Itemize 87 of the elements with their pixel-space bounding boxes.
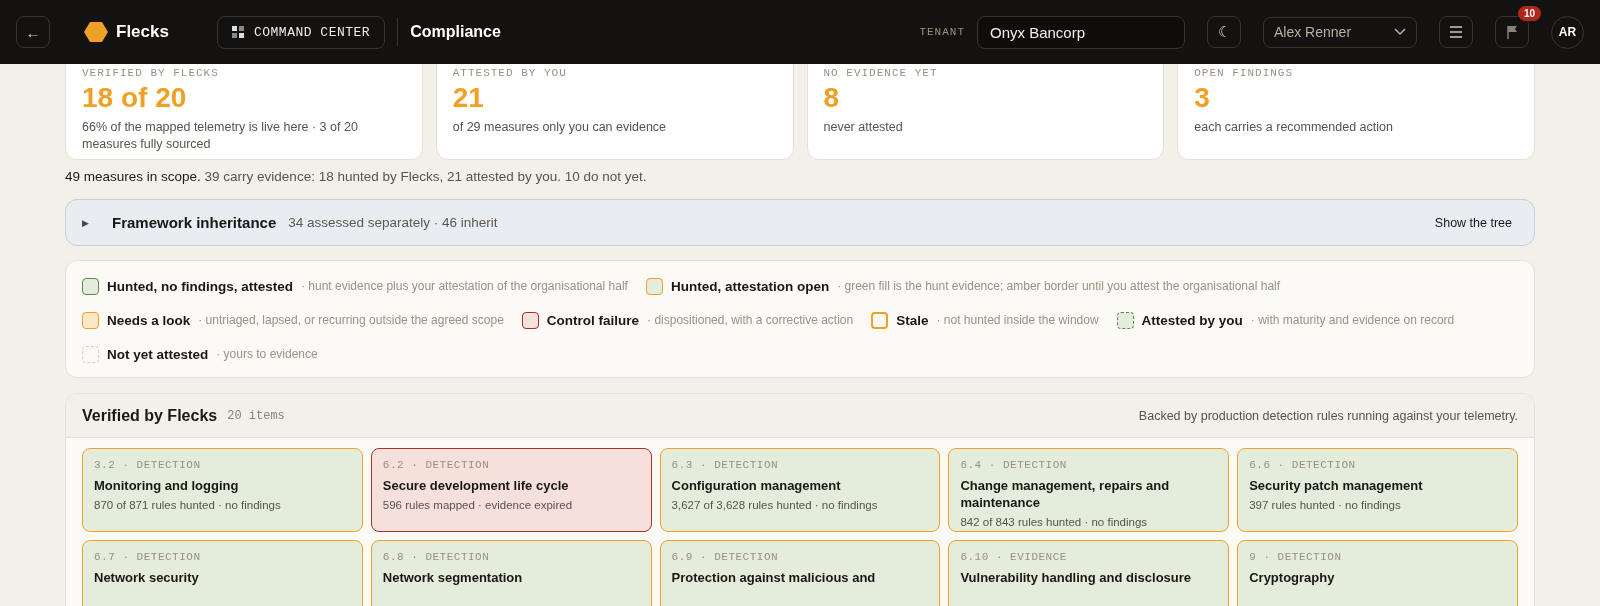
chevron-down-icon xyxy=(1394,28,1406,36)
user-select[interactable]: Alex Renner xyxy=(1263,16,1417,48)
flag-icon xyxy=(1506,25,1518,39)
brand-logo[interactable]: Flecks xyxy=(84,21,169,43)
back-button[interactable]: ← xyxy=(16,16,50,48)
menu-icon xyxy=(1449,26,1463,38)
control-ref: 6.9 · DETECTION xyxy=(671,551,780,563)
grid-icon xyxy=(231,26,244,38)
show-tree-button[interactable]: Show the tree xyxy=(1428,214,1518,231)
stat-value: 21 xyxy=(452,82,485,114)
stat-note: each carries a recommended action xyxy=(1194,119,1394,136)
control-ref: 6.8 · DETECTION xyxy=(382,551,491,563)
inheritance-bar[interactable]: ▶ Framework inheritance 34 assessed separately · 46 inherit Show the tree xyxy=(65,199,1535,246)
stat-note: never attested xyxy=(823,119,904,136)
control-ref: 6.7 · DETECTION xyxy=(94,551,202,563)
control-title: Network segmentation xyxy=(382,569,524,586)
control-ref: 6.3 · DETECTION xyxy=(671,459,780,471)
stat-note: of 29 measures only you can evidence xyxy=(452,119,668,136)
stat-label: NO EVIDENCE YET xyxy=(823,67,939,79)
control-ref: 6.10 · EVIDENCE xyxy=(960,551,1068,563)
scope-summary: 49 measures in scope. 39 carry evidence: 18 hunted by Flecks, 21 attested by you. 10 do not yet. xyxy=(65,169,648,184)
legend-note: · untriaged, lapsed, or recurring outside the agreed scope xyxy=(198,313,504,327)
control-title: Network security xyxy=(94,569,200,586)
control-card[interactable]: 6.6 · DETECTION Security patch management 397 rules hunted · no findings xyxy=(1237,448,1518,532)
control-card[interactable]: 6.10 · EVIDENCE Vulnerability handling and disclosure xyxy=(948,540,1230,606)
tenant-field[interactable]: Onyx Bancorp xyxy=(977,15,1185,49)
page-title: Compliance xyxy=(410,23,501,41)
control-title: Secure development life cycle xyxy=(382,477,570,494)
item-count: 20 items xyxy=(227,408,285,423)
notification-count: 10 xyxy=(1517,6,1541,21)
hexagon-logo-icon xyxy=(84,21,108,43)
control-detail: 397 rules hunted · no findings xyxy=(1249,499,1402,511)
panel-note: Backed by production detection rules running against your telemetry. xyxy=(1138,408,1518,423)
legend-note: · with maturity and evidence on record xyxy=(1250,313,1455,327)
control-detail: 870 of 871 rules hunted · no findings xyxy=(94,499,282,511)
control-title: Change management, repairs and maintenance xyxy=(960,477,1171,511)
legend-label: Not yet attested xyxy=(107,346,209,362)
legend-label: Hunted, no findings, attested xyxy=(107,278,293,294)
control-ref: 3.2 · DETECTION xyxy=(94,459,202,471)
legend-note: · hunt evidence plus your attestation of the organisational half xyxy=(301,279,628,293)
stat-value: 18 of 20 xyxy=(82,82,188,114)
control-detail: 596 rules mapped · evidence expired xyxy=(382,499,574,511)
legend-label: Needs a look xyxy=(107,312,191,328)
control-card[interactable]: 6.3 · DETECTION Configuration management 3,627 of 3,628 rules hunted · no findings xyxy=(659,448,941,532)
control-title: Monitoring and logging xyxy=(94,477,240,494)
legend-note: · green fill is the hunt evidence; amber border until you attest the organisational half xyxy=(837,279,1281,293)
legend-label: Attested by you xyxy=(1141,312,1243,328)
control-title: Configuration management xyxy=(671,477,842,494)
brand-name: Flecks xyxy=(116,22,169,42)
control-detail: 3,627 of 3,628 rules hunted · no findings xyxy=(671,499,879,511)
control-ref: 9 · DETECTION xyxy=(1249,551,1343,563)
control-ref: 6.2 · DETECTION xyxy=(382,459,491,471)
legend-note: · yours to evidence xyxy=(216,347,318,361)
control-ref: 6.6 · DETECTION xyxy=(1249,459,1357,471)
stat-label: ATTESTED BY YOU xyxy=(452,67,568,79)
panel-title: Verified by Flecks xyxy=(82,406,218,425)
control-card[interactable]: 9 · DETECTION Cryptography xyxy=(1237,540,1518,606)
control-card[interactable]: 6.4 · DETECTION Change management, repairs and maintenance 842 of 843 rules hunted · no findings xyxy=(948,448,1230,532)
stat-label: VERIFIED BY FLECKS xyxy=(82,67,220,79)
control-card[interactable]: 3.2 · DETECTION Monitoring and logging 870 of 871 rules hunted · no findings xyxy=(82,448,363,532)
menu-button[interactable] xyxy=(1439,16,1473,48)
command-center-button[interactable]: COMMAND CENTER xyxy=(216,15,386,49)
control-title: Protection against malicious and xyxy=(671,569,877,586)
control-title: Security patch management xyxy=(1249,477,1424,494)
expand-caret-icon: ▶ xyxy=(82,217,92,228)
legend-label: Hunted, attestation open xyxy=(670,278,830,294)
legend-note: · not hunted inside the window xyxy=(936,313,1099,327)
stat-value: 8 xyxy=(823,82,841,114)
control-card[interactable]: 6.2 · DETECTION Secure development life cycle 596 rules mapped · evidence expired xyxy=(370,448,652,532)
inheritance-detail: 34 assessed separately · 46 inherit xyxy=(288,215,498,230)
tenant-label: TENANT xyxy=(919,26,965,38)
stat-label: OPEN FINDINGS xyxy=(1194,67,1295,79)
control-title: Cryptography xyxy=(1249,569,1336,586)
control-card[interactable]: 6.7 · DETECTION Network security xyxy=(82,540,363,606)
legend-note: · dispositioned, with a corrective action xyxy=(647,313,854,327)
control-card[interactable]: 6.9 · DETECTION Protection against malicious and xyxy=(659,540,941,606)
control-ref: 6.4 · DETECTION xyxy=(960,459,1068,471)
control-detail: 842 of 843 rules hunted · no findings xyxy=(960,516,1149,528)
inheritance-title: Framework inheritance xyxy=(112,214,277,231)
control-card[interactable]: 6.8 · DETECTION Network segmentation xyxy=(370,540,652,606)
theme-toggle-button[interactable]: ☾ xyxy=(1207,16,1241,48)
legend-label: Stale xyxy=(896,312,929,328)
notifications-button[interactable] xyxy=(1495,16,1529,48)
legend-label: Control failure xyxy=(546,312,640,328)
stat-value: 3 xyxy=(1194,82,1211,114)
stat-note: 66% of the mapped telemetry is live here · 3 of 20 measures fully sourced xyxy=(82,119,359,153)
control-title: Vulnerability handling and disclosure xyxy=(960,569,1193,586)
